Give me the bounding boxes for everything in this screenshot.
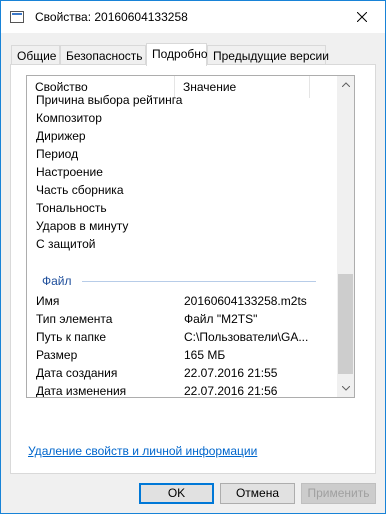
property-name: Имя	[36, 294, 60, 308]
property-name: С защитой	[36, 237, 96, 251]
list-row[interactable]: Тип элемента Файл "M2TS"	[27, 310, 338, 328]
chevron-up-icon	[341, 82, 350, 87]
property-name: Путь к папке	[36, 330, 107, 344]
tab-general[interactable]: Общие	[11, 45, 60, 65]
property-name: Дирижер	[36, 129, 86, 143]
property-value: Файл "M2TS"	[184, 312, 258, 326]
property-name: Период	[36, 147, 79, 161]
list-row[interactable]: Тональность	[27, 199, 338, 217]
property-name: Тональность	[36, 201, 107, 215]
properties-list[interactable]: Свойство Значение Причина выбора рейтинг…	[26, 75, 355, 398]
close-icon	[357, 12, 367, 22]
list-row[interactable]: Ударов в минуту	[27, 217, 338, 235]
properties-window: Свойства: 20160604133258 Общие Безопасно…	[0, 0, 386, 514]
property-name: Настроение	[36, 165, 103, 179]
apply-button[interactable]: Применить	[301, 483, 376, 504]
property-value: C:\Пользователи\GA...	[184, 330, 309, 344]
close-button[interactable]	[339, 1, 385, 33]
property-name: Дата изменения	[36, 384, 127, 398]
tab-security[interactable]: Безопасность	[60, 45, 146, 65]
list-row[interactable]: Причина выбора рейтинга	[27, 91, 338, 109]
property-value: 20160604133258.m2ts	[184, 294, 307, 308]
tab-details[interactable]: Подробно	[146, 43, 208, 66]
tab-previous-versions[interactable]: Предыдущие версии	[207, 45, 329, 65]
property-value: 22.07.2016 21:56	[184, 384, 278, 398]
group-divider	[82, 281, 316, 282]
group-label: Файл	[42, 274, 72, 288]
property-name: Часть сборника	[36, 183, 124, 197]
window-title: Свойства: 20160604133258	[35, 10, 188, 24]
property-name: Причина выбора рейтинга	[36, 93, 183, 107]
property-name: Композитор	[36, 111, 102, 125]
chevron-down-icon	[341, 386, 350, 391]
details-panel: Свойство Значение Причина выбора рейтинг…	[10, 64, 376, 474]
list-row[interactable]: Часть сборника	[27, 181, 338, 199]
list-row[interactable]: Период	[27, 145, 338, 163]
property-name: Тип элемента	[36, 312, 113, 326]
list-row[interactable]: Дата создания 22.07.2016 21:55	[27, 364, 338, 382]
file-icon	[10, 11, 24, 23]
list-row[interactable]: Путь к папке C:\Пользователи\GA...	[27, 328, 338, 346]
scroll-down-button[interactable]	[337, 380, 354, 397]
property-name: Дата создания	[36, 366, 118, 380]
remove-properties-link[interactable]: Удаление свойств и личной информации	[28, 444, 257, 458]
property-name: Ударов в минуту	[36, 219, 129, 233]
title-bar[interactable]: Свойства: 20160604133258	[1, 1, 385, 33]
vertical-scrollbar[interactable]	[337, 76, 354, 397]
list-row[interactable]: Размер 165 МБ	[27, 346, 338, 364]
list-row[interactable]: Имя 20160604133258.m2ts	[27, 292, 338, 310]
cancel-button[interactable]: Отмена	[220, 483, 295, 504]
list-row[interactable]: С защитой	[27, 235, 338, 253]
scroll-up-button[interactable]	[337, 76, 354, 93]
list-row[interactable]: Настроение	[27, 163, 338, 181]
property-value: 165 МБ	[184, 348, 226, 362]
scroll-thumb[interactable]	[338, 274, 353, 374]
list-row[interactable]: Композитор	[27, 109, 338, 127]
list-row[interactable]: Дата изменения 22.07.2016 21:56	[27, 382, 338, 398]
property-name: Размер	[36, 348, 78, 362]
property-value: 22.07.2016 21:55	[184, 366, 278, 380]
list-row[interactable]: Дирижер	[27, 127, 338, 145]
ok-button[interactable]: OK	[139, 483, 214, 504]
group-file: Файл	[27, 272, 338, 290]
